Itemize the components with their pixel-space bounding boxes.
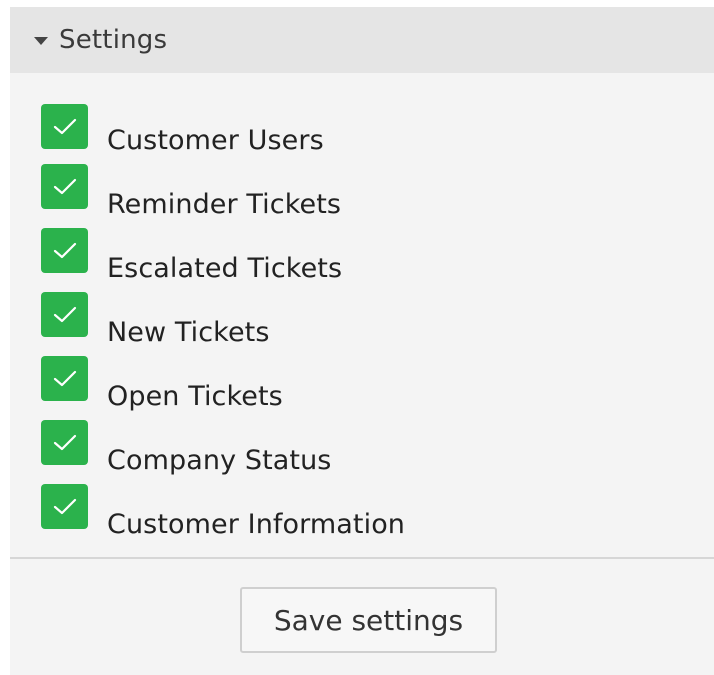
checkbox-checked-icon[interactable] (41, 228, 88, 273)
checkbox-checked-icon[interactable] (41, 484, 88, 529)
save-settings-button[interactable]: Save settings (240, 587, 497, 653)
option-label[interactable]: Open Tickets (107, 383, 283, 415)
checkbox-checked-icon[interactable] (41, 104, 88, 149)
checkbox-checked-icon[interactable] (41, 292, 88, 337)
option-label[interactable]: Customer Information (107, 511, 405, 543)
option-label[interactable]: Escalated Tickets (107, 255, 342, 287)
checkbox-checked-icon[interactable] (41, 356, 88, 401)
panel-title: Settings (59, 25, 168, 55)
settings-options-list: Customer Users Reminder Tickets Escalate… (10, 73, 714, 543)
settings-panel-header[interactable]: Settings (10, 7, 714, 73)
option-label[interactable]: New Tickets (107, 319, 270, 351)
option-open-tickets[interactable]: Open Tickets (41, 351, 714, 415)
checkbox-checked-icon[interactable] (41, 420, 88, 465)
option-label[interactable]: Customer Users (107, 127, 324, 159)
footer-divider (10, 557, 714, 559)
option-label[interactable]: Company Status (107, 447, 331, 479)
option-escalated-tickets[interactable]: Escalated Tickets (41, 223, 714, 287)
option-label[interactable]: Reminder Tickets (107, 191, 341, 223)
option-customer-information[interactable]: Customer Information (41, 479, 714, 543)
settings-panel: Settings Customer Users Reminder Tickets… (10, 7, 714, 675)
caret-down-icon[interactable] (34, 37, 48, 45)
checkbox-checked-icon[interactable] (41, 164, 88, 209)
option-company-status[interactable]: Company Status (41, 415, 714, 479)
option-new-tickets[interactable]: New Tickets (41, 287, 714, 351)
option-customer-users[interactable]: Customer Users (41, 104, 714, 159)
option-reminder-tickets[interactable]: Reminder Tickets (41, 159, 714, 223)
